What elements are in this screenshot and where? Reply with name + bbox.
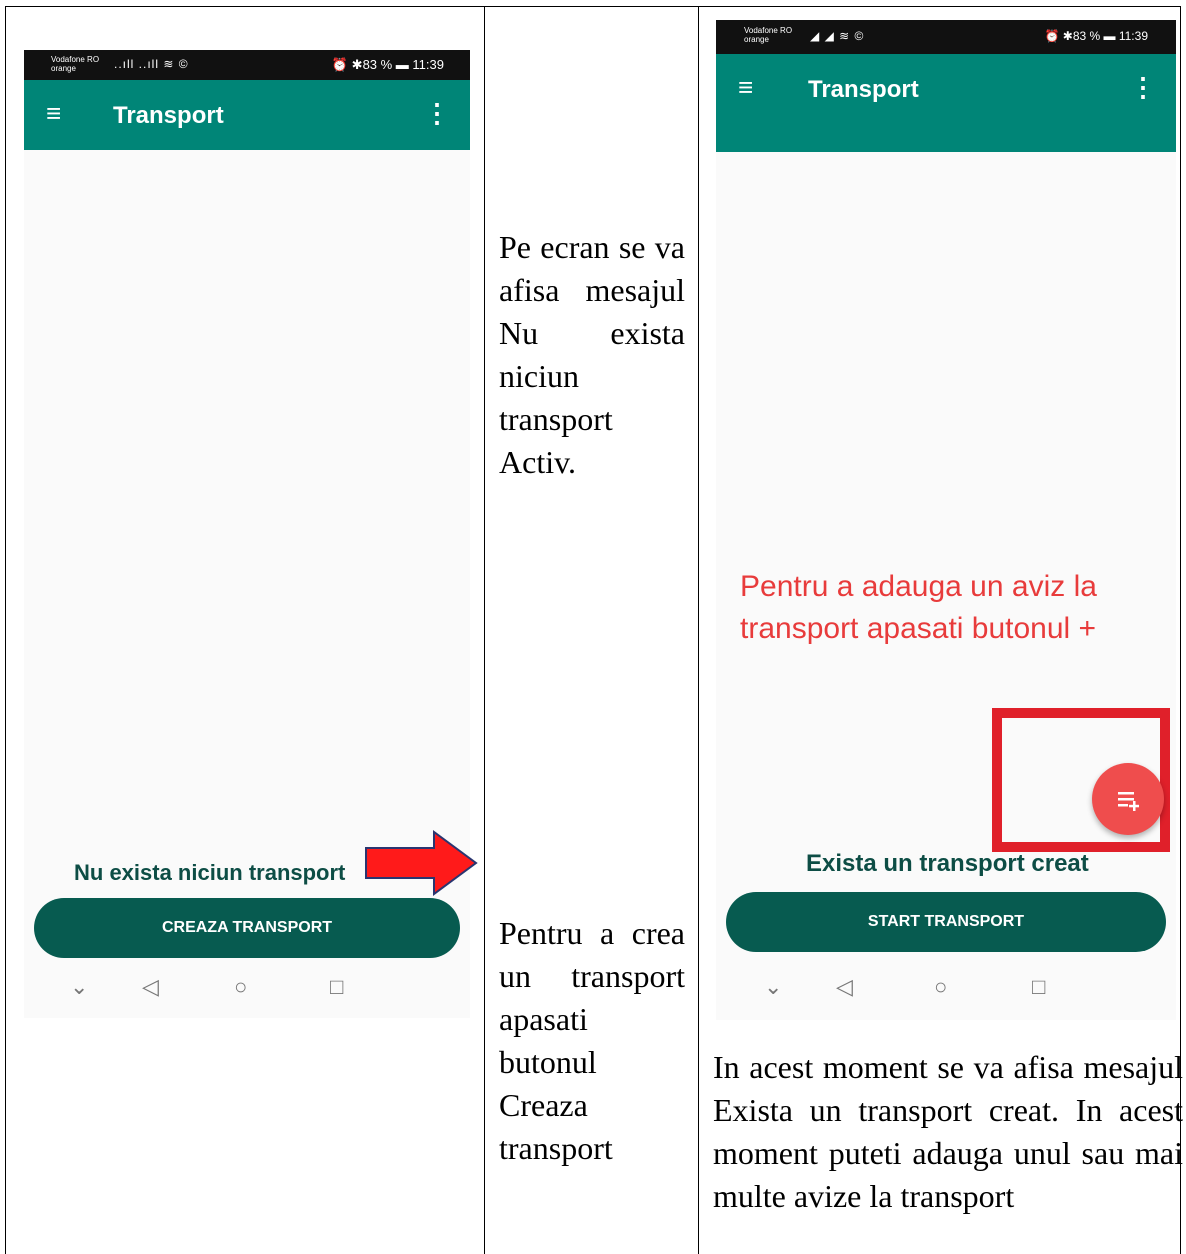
red-arrow-icon bbox=[365, 830, 478, 896]
status-right: ⏰ ✱83 % ▬ 11:39 bbox=[1044, 29, 1149, 43]
column-divider bbox=[484, 6, 485, 1254]
status-bar: Vodafone RO orange ..ıll ..ıll ≋ © ⏰ ✱83… bbox=[24, 50, 470, 80]
phone-screenshot-1: Vodafone RO orange ..ıll ..ıll ≋ © ⏰ ✱83… bbox=[24, 50, 478, 1018]
back-icon[interactable]: ◁ bbox=[836, 974, 853, 1000]
app-title: Transport bbox=[808, 76, 919, 103]
instruction-text-3: In acest moment se va afisa mesajul Exis… bbox=[713, 1049, 1183, 1214]
app-bar: ≡ Transport ⋮ bbox=[24, 80, 470, 150]
back-icon[interactable]: ◁ bbox=[142, 974, 159, 1000]
status-right: ⏰ ✱83 % ▬ 11:39 bbox=[331, 57, 444, 72]
phone-screenshot-2: Vodafone RO orange ◢ ◢ ≋ © ⏰ ✱83 % ▬ 11:… bbox=[716, 20, 1176, 1020]
overflow-icon[interactable]: ⋮ bbox=[424, 98, 450, 129]
app-title: Transport bbox=[113, 102, 224, 129]
carrier-name-2: orange bbox=[51, 64, 76, 73]
chevron-down-icon[interactable]: ⌄ bbox=[764, 974, 782, 1000]
recents-icon[interactable]: □ bbox=[330, 974, 343, 1000]
add-aviz-hint: Pentru a adauga un aviz la transport apa… bbox=[740, 570, 1097, 645]
signal-icons: ◢ ◢ ≋ © bbox=[810, 29, 865, 43]
instruction-text-2: Pentru a crea un transport apasati buton… bbox=[499, 915, 685, 1166]
system-nav-bar: ⌄ ◁ ○ □ bbox=[716, 974, 1176, 1014]
hamburger-icon[interactable]: ≡ bbox=[738, 74, 753, 100]
carrier-label: Vodafone RO orange bbox=[51, 55, 99, 73]
column-divider bbox=[698, 6, 699, 1254]
app-bar: ≡ Transport ⋮ bbox=[716, 54, 1176, 152]
carrier-label: Vodafone RO orange bbox=[744, 26, 792, 44]
instruction-text-1: Pe ecran se va afisa mesajul Nu exista n… bbox=[499, 229, 685, 480]
hamburger-icon[interactable]: ≡ bbox=[46, 100, 61, 126]
carrier-name: Vodafone RO bbox=[744, 26, 793, 35]
add-aviz-button[interactable] bbox=[1092, 763, 1164, 835]
recents-icon[interactable]: □ bbox=[1032, 974, 1045, 1000]
carrier-name-2: orange bbox=[744, 35, 769, 44]
overflow-icon[interactable]: ⋮ bbox=[1130, 72, 1156, 103]
home-icon[interactable]: ○ bbox=[934, 974, 947, 1000]
chevron-down-icon[interactable]: ⌄ bbox=[70, 974, 88, 1000]
playlist-add-icon bbox=[1118, 792, 1139, 811]
system-nav-bar: ⌄ ◁ ○ □ bbox=[24, 974, 470, 1014]
signal-icons: ..ıll ..ıll ≋ © bbox=[114, 57, 189, 71]
create-transport-button[interactable]: CREAZA TRANSPORT bbox=[34, 898, 460, 958]
empty-message: Nu exista niciun transport bbox=[74, 860, 346, 885]
home-icon[interactable]: ○ bbox=[234, 974, 247, 1000]
transport-created-message: Exista un transport creat bbox=[806, 850, 1089, 877]
start-transport-button[interactable]: START TRANSPORT bbox=[726, 892, 1166, 952]
carrier-name: Vodafone RO bbox=[51, 55, 100, 64]
status-bar: Vodafone RO orange ◢ ◢ ≋ © ⏰ ✱83 % ▬ 11:… bbox=[716, 20, 1176, 54]
